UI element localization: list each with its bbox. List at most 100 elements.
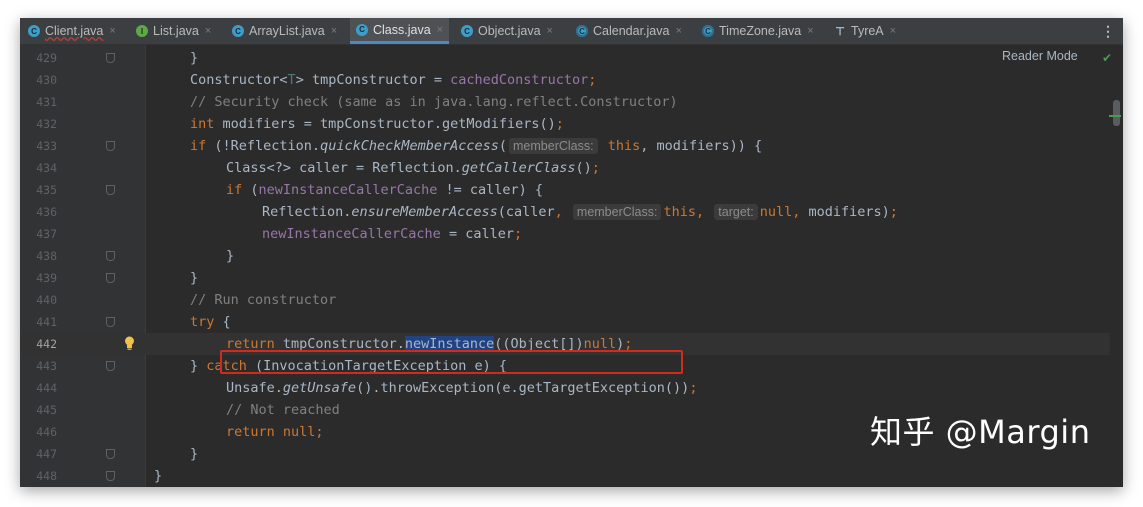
code-text: return null; — [226, 424, 324, 440]
code-text: } — [190, 446, 199, 462]
fold-icon[interactable] — [106, 251, 115, 261]
scroll-marker — [1109, 115, 1121, 117]
code-text: Reflection.ensureMemberAccess(caller, me… — [262, 204, 898, 220]
close-icon[interactable]: × — [205, 25, 211, 37]
close-icon[interactable]: × — [890, 25, 896, 37]
code-line: 434 Class<?> caller = Reflection.getCall… — [20, 157, 1110, 179]
code-text: if (newInstanceCallerCache != caller) { — [226, 182, 544, 198]
watermark: 知乎 @Margin — [870, 413, 1091, 451]
interface-icon: I — [136, 25, 148, 37]
class-icon: C — [461, 25, 473, 37]
tab-label: ArrayList.java — [249, 24, 325, 38]
code-text: newInstanceCallerCache = caller; — [262, 226, 523, 242]
close-icon[interactable]: × — [807, 25, 813, 37]
code-line: 431 // Security check (same as in java.l… — [20, 91, 1110, 113]
code-text: Class<?> caller = Reflection.getCallerCl… — [226, 160, 600, 176]
tab-label: TimeZone.java — [719, 24, 802, 38]
more-options-icon[interactable]: ⋮ — [1101, 18, 1115, 44]
line-number: 435 — [36, 183, 57, 197]
code-line: 429 } — [20, 47, 1110, 69]
close-icon[interactable]: × — [109, 25, 115, 37]
line-number: 445 — [36, 403, 57, 417]
fold-icon[interactable] — [106, 361, 115, 371]
fold-icon[interactable] — [106, 53, 115, 63]
fold-icon[interactable] — [106, 273, 115, 283]
line-number: 434 — [36, 161, 57, 175]
tab-tyrea[interactable]: ⊤ TyreA × — [834, 18, 896, 44]
line-number: 439 — [36, 271, 57, 285]
line-number: 430 — [36, 73, 57, 87]
line-number: 444 — [36, 381, 57, 395]
tab-label: TyreA — [851, 24, 884, 38]
tab-client-java[interactable]: C Client.java × — [28, 18, 116, 44]
tab-label: List.java — [153, 24, 199, 38]
code-line: 441 try { — [20, 311, 1110, 333]
fold-icon[interactable] — [106, 141, 115, 151]
line-number: 432 — [36, 117, 57, 131]
class-icon: C — [356, 23, 368, 36]
line-number: 443 — [36, 359, 57, 373]
code-line: 444 Unsafe.getUnsafe().throwException(e.… — [20, 377, 1110, 399]
code-text: } — [154, 468, 163, 484]
code-comment: // Security check (same as in java.lang.… — [190, 94, 678, 110]
tab-label: Calendar.java — [593, 24, 670, 38]
line-number: 447 — [36, 447, 57, 461]
code-text: int modifiers = tmpConstructor.getModifi… — [190, 116, 564, 132]
line-number: 438 — [36, 249, 57, 263]
tab-label: Object.java — [478, 24, 541, 38]
code-text: Unsafe.getUnsafe().throwException(e.getT… — [226, 380, 698, 396]
code-text: try { — [190, 314, 231, 330]
code-text: } — [190, 270, 199, 286]
scrollbar[interactable] — [1113, 100, 1120, 126]
line-number: 442 — [36, 337, 57, 351]
line-number: 441 — [36, 315, 57, 329]
code-text: if (!Reflection.quickCheckMemberAccess(m… — [190, 138, 763, 154]
code-line: 448 } — [20, 465, 1110, 487]
close-icon[interactable]: × — [331, 25, 337, 37]
line-number: 436 — [36, 205, 57, 219]
tab-timezone-java[interactable]: C TimeZone.java × — [702, 18, 814, 44]
code-comment: // Not reached — [226, 402, 340, 418]
parameter-hint: memberClass: — [572, 204, 662, 220]
code-line: 435 if (newInstanceCallerCache != caller… — [20, 179, 1110, 201]
editor-tab-bar: C Client.java × I List.java × C ArrayLis… — [20, 18, 1123, 45]
tab-label: Class.java — [373, 22, 431, 37]
code-text: } — [190, 50, 199, 66]
line-number: 437 — [36, 227, 57, 241]
code-text: } — [226, 248, 235, 264]
class-icon: C — [232, 25, 244, 37]
line-number: 446 — [36, 425, 57, 439]
fold-icon[interactable] — [106, 317, 115, 327]
abstract-class-icon: C — [702, 25, 714, 37]
tab-calendar-java[interactable]: C Calendar.java × — [576, 18, 682, 44]
code-line: 430 Constructor<T> tmpConstructor = cach… — [20, 69, 1110, 91]
parameter-hint: memberClass: — [509, 138, 598, 154]
fold-icon[interactable] — [106, 471, 115, 481]
tab-list-java[interactable]: I List.java × — [136, 18, 211, 44]
code-line: 439 } — [20, 267, 1110, 289]
close-icon[interactable]: × — [675, 25, 681, 37]
tab-object-java[interactable]: C Object.java × — [461, 18, 553, 44]
tab-class-java[interactable]: C Class.java × — [350, 18, 450, 44]
code-line: 440 // Run constructor — [20, 289, 1110, 311]
line-number: 429 — [36, 51, 57, 65]
tab-arraylist-java[interactable]: C ArrayList.java × — [232, 18, 337, 44]
annotation-highlight-box — [220, 350, 683, 374]
close-icon[interactable]: × — [547, 25, 553, 37]
line-number: 440 — [36, 293, 57, 307]
code-line: 433 if (!Reflection.quickCheckMemberAcce… — [20, 135, 1110, 157]
close-icon[interactable]: × — [437, 24, 443, 36]
code-line: 438 } — [20, 245, 1110, 267]
fold-icon[interactable] — [106, 185, 115, 195]
structure-icon: ⊤ — [835, 25, 845, 38]
code-line: 436 Reflection.ensureMemberAccess(caller… — [20, 201, 1110, 223]
code-line: 432 int modifiers = tmpConstructor.getMo… — [20, 113, 1110, 135]
tab-label: Client.java — [45, 24, 104, 38]
abstract-class-icon: C — [576, 25, 588, 37]
code-comment: // Run constructor — [190, 292, 337, 308]
line-number: 448 — [36, 469, 57, 483]
line-number: 431 — [36, 95, 57, 109]
lightbulb-icon[interactable] — [124, 336, 135, 351]
parameter-hint: target: — [714, 204, 758, 220]
fold-icon[interactable] — [106, 449, 115, 459]
